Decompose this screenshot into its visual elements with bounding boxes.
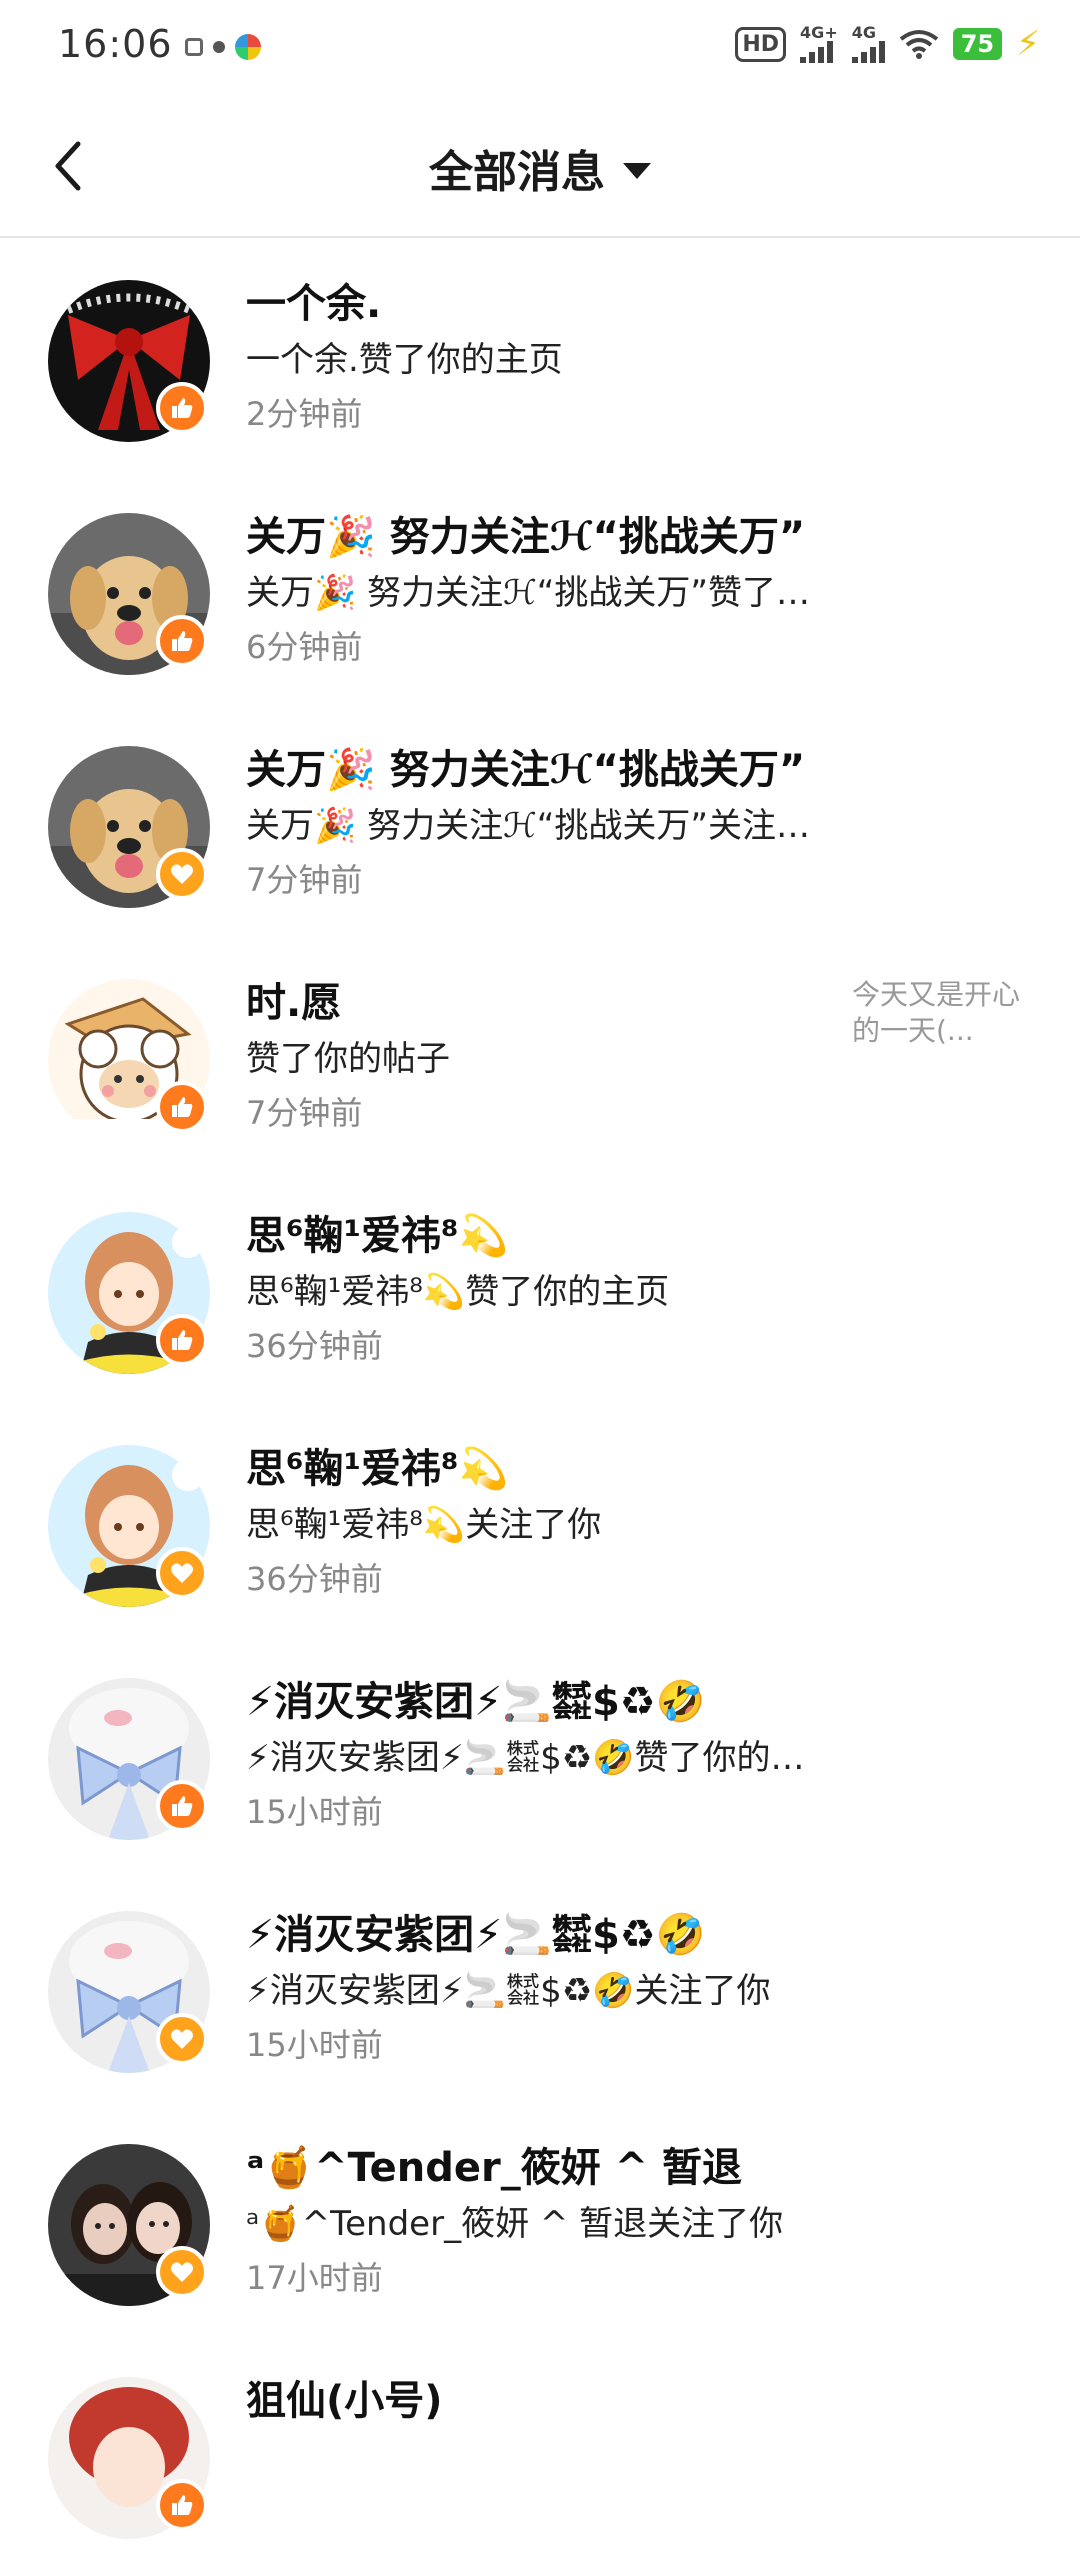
user-name[interactable]: ⚡消灭安紫团⚡🚬㍿$♻🤣 [246, 1907, 826, 1963]
message-list: 一个余. 一个余.赞了你的主页 2分钟前 关万🎉 努力关注ℋ“挑战关万” 关万🎉… [0, 238, 1080, 2568]
message-description: 一个余.赞了你的主页 [246, 340, 563, 380]
message-item[interactable]: 关万🎉 努力关注ℋ“挑战关万” 关万🎉 努力关注ℋ“挑战关万”关注了你 7分钟前 [0, 704, 1080, 937]
message-text: ⚡消灭安紫团⚡🚬㍿$♻🤣 ⚡消灭安紫团⚡🚬㍿$♻🤣关注了你 15小时前 [246, 1907, 826, 2069]
thumbs-up-icon [156, 1314, 208, 1366]
thumbs-up-icon [156, 1081, 208, 1133]
charging-icon: ⚡ [1016, 24, 1040, 64]
message-item[interactable]: 思⁶鞠¹爱祎⁸💫 思⁶鞠¹爱祎⁸💫关注了你 36分钟前 [0, 1403, 1080, 1636]
message-time: 17小时前 [246, 2259, 383, 2297]
message-description: 赞了你的帖子 [246, 1039, 450, 1079]
message-description: 思⁶鞠¹爱祎⁸💫赞了你的主页 [246, 1272, 670, 1312]
message-description: ⚡消灭安紫团⚡🚬㍿$♻🤣关注了你 [246, 1971, 771, 2011]
heart-icon [156, 848, 208, 900]
app-notification-icon [185, 38, 203, 56]
user-name[interactable]: 思⁶鞠¹爱祎⁸💫 [246, 1208, 826, 1264]
top-bar: 全部消息 [0, 96, 1080, 238]
user-name[interactable]: 关万🎉 努力关注ℋ“挑战关万” [246, 742, 826, 798]
user-name[interactable]: 时.愿 [246, 975, 766, 1031]
message-item[interactable]: ᵃ🍯^Tender_筱妍 ^ 暂退 ᵃ🍯^Tender_筱妍 ^ 暂退关注了你 … [0, 2102, 1080, 2335]
message-time: 7分钟前 [246, 861, 363, 899]
user-name[interactable]: ⚡消灭安紫团⚡🚬㍿$♻🤣 [246, 1674, 826, 1730]
message-item[interactable]: 一个余. 一个余.赞了你的主页 2分钟前 [0, 238, 1080, 471]
status-time: 16:06 [58, 22, 173, 66]
message-description: ⚡消灭安紫团⚡🚬㍿$♻🤣赞了你的主页 [246, 1738, 826, 1778]
message-item[interactable]: 时.愿 赞了你的帖子 7分钟前 今天又是开心的一天(... [0, 937, 1080, 1170]
post-preview-text[interactable]: 今天又是开心的一天(... [852, 977, 1024, 1049]
heart-icon [156, 1547, 208, 1599]
message-item[interactable]: 关万🎉 努力关注ℋ“挑战关万” 关万🎉 努力关注ℋ“挑战关万”赞了你的主页 6分… [0, 471, 1080, 704]
caret-down-icon [623, 163, 651, 179]
message-text: 关万🎉 努力关注ℋ“挑战关万” 关万🎉 努力关注ℋ“挑战关万”关注了你 7分钟前 [246, 742, 826, 904]
signal-4g-icon: 4G [851, 25, 885, 63]
thumbs-up-icon [156, 615, 208, 667]
message-time: 36分钟前 [246, 1327, 383, 1365]
user-name[interactable]: 狙仙(小号) [246, 2373, 826, 2429]
notification-icons [185, 34, 261, 60]
user-name[interactable]: 思⁶鞠¹爱祎⁸💫 [246, 1441, 826, 1497]
message-time: 6分钟前 [246, 628, 363, 666]
message-text: ᵃ🍯^Tender_筱妍 ^ 暂退 ᵃ🍯^Tender_筱妍 ^ 暂退关注了你 … [246, 2140, 826, 2302]
message-item[interactable]: 思⁶鞠¹爱祎⁸💫 思⁶鞠¹爱祎⁸💫赞了你的主页 36分钟前 [0, 1170, 1080, 1403]
colorful-app-icon [235, 34, 261, 60]
message-filter-dropdown[interactable]: 全部消息 [429, 136, 651, 200]
battery-icon: 75 [952, 28, 1003, 60]
message-text: ⚡消灭安紫团⚡🚬㍿$♻🤣 ⚡消灭安紫团⚡🚬㍿$♻🤣赞了你的主页 15小时前 [246, 1674, 826, 1836]
message-time: 7分钟前 [246, 1094, 363, 1132]
heart-icon [156, 2013, 208, 2065]
signal-4g-plus-icon: 4G+ [800, 25, 838, 63]
message-description: 思⁶鞠¹爱祎⁸💫关注了你 [246, 1505, 602, 1545]
page-title-container: 全部消息 [0, 136, 1080, 200]
message-text: 思⁶鞠¹爱祎⁸💫 思⁶鞠¹爱祎⁸💫关注了你 36分钟前 [246, 1441, 826, 1603]
message-text: 时.愿 赞了你的帖子 7分钟前 [246, 975, 766, 1137]
status-bar: 16:06 HD 4G+ 4G 75 ⚡ [0, 0, 1080, 96]
thumbs-up-icon [156, 1780, 208, 1832]
status-indicators: HD 4G+ 4G 75 ⚡ [735, 24, 1040, 64]
message-text: 关万🎉 努力关注ℋ“挑战关万” 关万🎉 努力关注ℋ“挑战关万”赞了你的主页 6分… [246, 509, 826, 671]
message-time: 15小时前 [246, 1793, 383, 1831]
thumbs-up-icon [156, 2479, 208, 2531]
message-item[interactable]: ⚡消灭安紫团⚡🚬㍿$♻🤣 ⚡消灭安紫团⚡🚬㍿$♻🤣关注了你 15小时前 [0, 1869, 1080, 2102]
message-text: 一个余. 一个余.赞了你的主页 2分钟前 [246, 276, 826, 438]
wifi-icon [899, 30, 938, 59]
message-description: 关万🎉 努力关注ℋ“挑战关万”赞了你的主页 [246, 573, 826, 613]
message-text: 思⁶鞠¹爱祎⁸💫 思⁶鞠¹爱祎⁸💫赞了你的主页 36分钟前 [246, 1208, 826, 1370]
message-item[interactable]: ⚡消灭安紫团⚡🚬㍿$♻🤣 ⚡消灭安紫团⚡🚬㍿$♻🤣赞了你的主页 15小时前 [0, 1636, 1080, 1869]
hd-voice-icon: HD [735, 26, 787, 62]
message-text: 狙仙(小号) [246, 2373, 826, 2435]
message-time: 36分钟前 [246, 1560, 383, 1598]
message-time: 15小时前 [246, 2026, 383, 2064]
page-title: 全部消息 [429, 147, 605, 198]
thumbs-up-icon [156, 382, 208, 434]
message-item[interactable]: 狙仙(小号) [0, 2335, 1080, 2568]
dot-icon [213, 41, 225, 53]
message-time: 2分钟前 [246, 395, 363, 433]
message-description: 关万🎉 努力关注ℋ“挑战关万”关注了你 [246, 806, 826, 846]
message-description: ᵃ🍯^Tender_筱妍 ^ 暂退关注了你 [246, 2204, 784, 2244]
heart-icon [156, 2246, 208, 2298]
user-name[interactable]: 关万🎉 努力关注ℋ“挑战关万” [246, 509, 826, 565]
user-name[interactable]: ᵃ🍯^Tender_筱妍 ^ 暂退 [246, 2140, 826, 2196]
user-name[interactable]: 一个余. [246, 276, 826, 332]
